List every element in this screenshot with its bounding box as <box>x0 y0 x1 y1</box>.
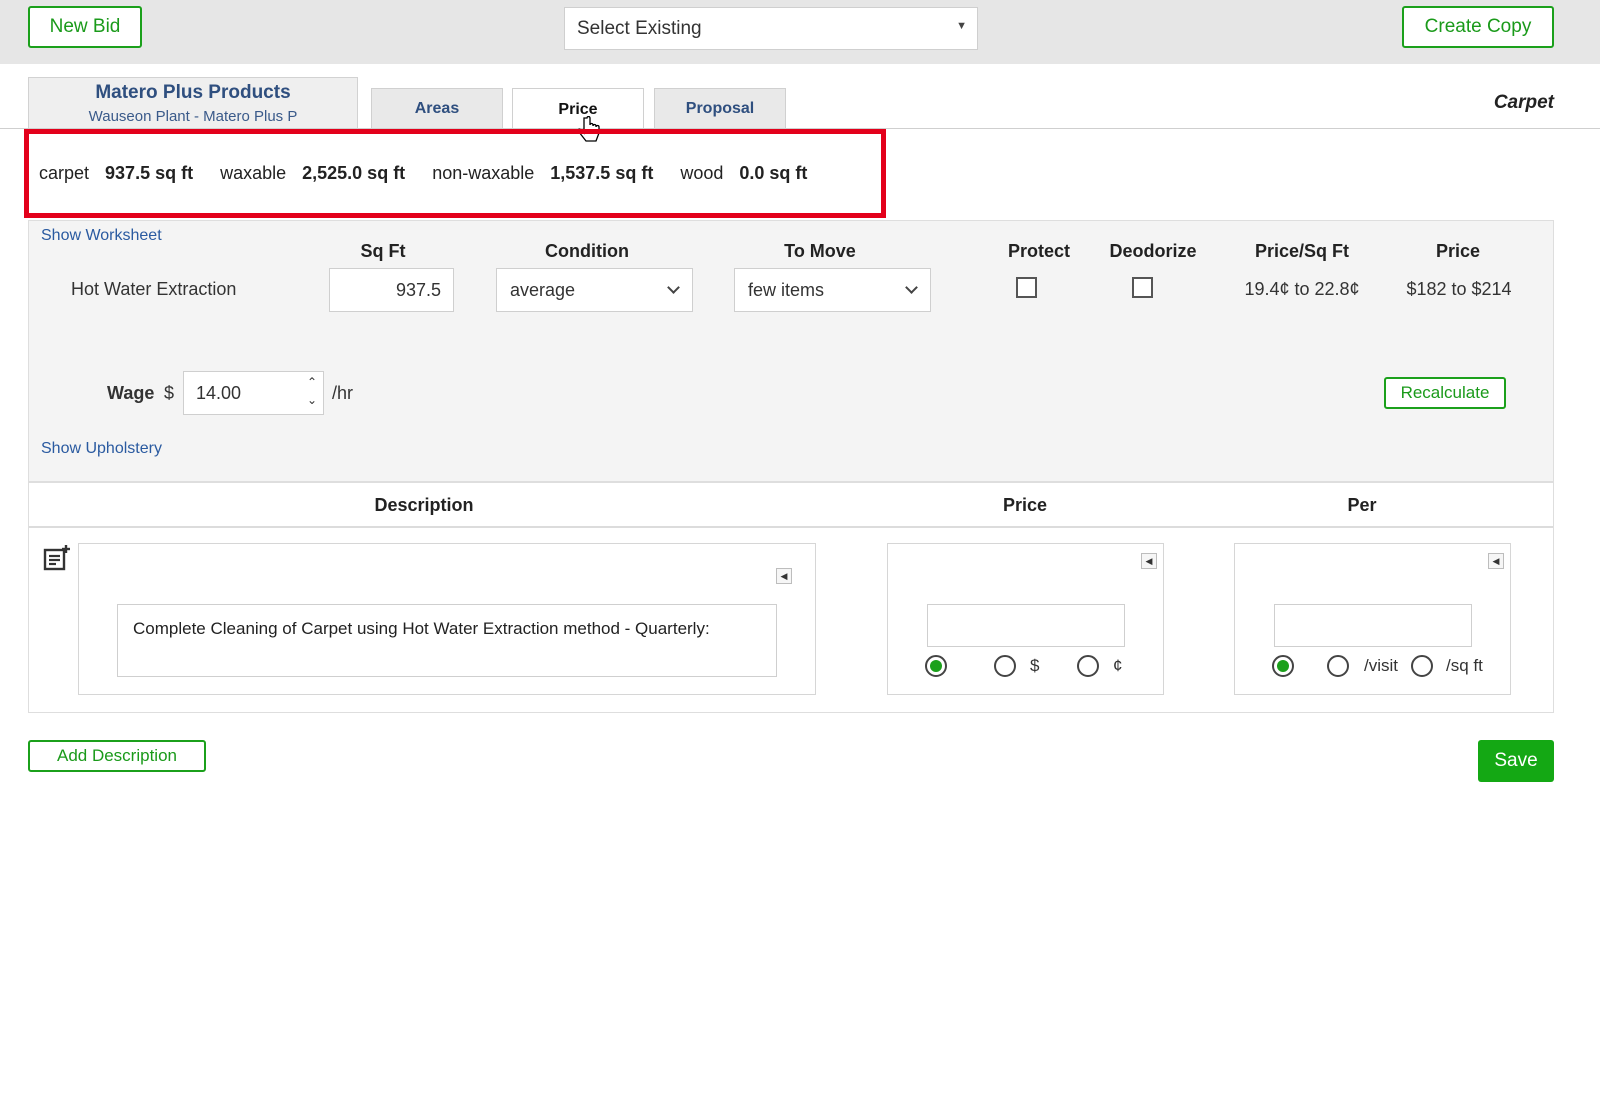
summary-value-carpet: 937.5 sq ft <box>105 163 194 183</box>
deodorize-checkbox[interactable] <box>1132 277 1153 298</box>
service-name: Hot Water Extraction <box>71 279 237 299</box>
col-head-to-move: To Move <box>784 241 856 261</box>
per-radio-visit[interactable] <box>1327 655 1349 677</box>
company-location: Wauseon Plant - Matero Plus P <box>88 108 298 125</box>
col-head-per: Per <box>1347 495 1377 515</box>
price-cell: ◀ $ ¢ <box>887 543 1164 695</box>
per-option-visit-label: /visit <box>1364 656 1398 675</box>
col-head-description: Description <box>374 495 474 515</box>
dropdown-caret-icon: ▼ <box>956 20 967 32</box>
add-description-button[interactable]: Add Description <box>28 740 206 772</box>
col-head-deodorize: Deodorize <box>1109 241 1197 261</box>
summary-value-wood: 0.0 sq ft <box>739 163 808 183</box>
create-copy-button[interactable]: Create Copy <box>1402 6 1554 48</box>
summary-label-waxable: waxable <box>220 163 287 183</box>
price-worksheet-panel: Show Worksheet Sq Ft Condition To Move P… <box>28 220 1554 482</box>
col-head-desc-price: Price <box>1002 495 1048 515</box>
summary-label-carpet: carpet <box>39 163 90 183</box>
chevron-down-icon <box>905 281 918 294</box>
recalculate-button[interactable]: Recalculate <box>1384 377 1506 409</box>
tab-proposal[interactable]: Proposal <box>654 88 786 129</box>
summary-label-wood: wood <box>680 163 724 183</box>
save-button[interactable]: Save <box>1478 740 1554 782</box>
col-head-sqft: Sq Ft <box>360 241 406 261</box>
add-note-icon[interactable] <box>43 544 71 572</box>
collapse-arrow-icon[interactable]: ◀ <box>1488 553 1504 569</box>
price-range-value: $182 to $214 <box>1406 279 1512 299</box>
per-cell: ◀ /visit /sq ft <box>1234 543 1511 695</box>
wage-label: Wage <box>107 383 155 403</box>
condition-select[interactable]: average <box>496 268 693 312</box>
per-option-sqft-label: /sq ft <box>1446 656 1483 675</box>
category-label: Carpet <box>1493 92 1554 113</box>
chevron-down-icon <box>667 281 680 294</box>
summary-label-non-waxable: non-waxable <box>432 163 535 183</box>
to-move-select[interactable]: few items <box>734 268 931 312</box>
summary-value-non-waxable: 1,537.5 sq ft <box>550 163 654 183</box>
wage-unit: /hr <box>332 383 354 403</box>
sqft-input[interactable]: 937.5 <box>329 268 454 312</box>
table-header-divider <box>29 526 1553 528</box>
company-card[interactable]: Matero Plus Products Wauseon Plant - Mat… <box>28 77 358 129</box>
condition-select-value: average <box>510 279 576 300</box>
collapse-arrow-icon[interactable]: ◀ <box>776 568 792 584</box>
company-name: Matero Plus Products <box>95 82 291 103</box>
collapse-arrow-icon[interactable]: ◀ <box>1141 553 1157 569</box>
select-existing-value: Select Existing <box>577 17 702 39</box>
show-worksheet-link[interactable]: Show Worksheet <box>41 227 162 245</box>
per-radio-sqft[interactable] <box>1411 655 1433 677</box>
col-head-protect: Protect <box>1007 241 1070 261</box>
desc-price-input[interactable] <box>927 604 1125 647</box>
price-radio-none[interactable] <box>925 655 947 677</box>
sqft-input-value: 937.5 <box>395 279 441 300</box>
description-table: Description Price Per ◀ Complete Cleanin… <box>28 482 1554 713</box>
price-per-sqft-value: 19.4¢ to 22.8¢ <box>1244 279 1360 299</box>
protect-checkbox[interactable] <box>1016 277 1037 298</box>
select-existing-dropdown[interactable]: Select Existing ▼ <box>564 7 978 50</box>
col-head-condition: Condition <box>545 241 629 261</box>
wage-input-value: 14.00 <box>196 382 242 403</box>
new-bid-button[interactable]: New Bid <box>28 6 142 48</box>
summary-value-waxable: 2,525.0 sq ft <box>302 163 406 183</box>
per-radio-none[interactable] <box>1272 655 1294 677</box>
spinner-down-icon[interactable]: ⌄ <box>307 393 317 407</box>
price-radio-dollar[interactable] <box>994 655 1016 677</box>
area-summary-highlight: carpet 937.5 sq ft waxable 2,525.0 sq ft… <box>24 129 886 218</box>
col-head-price: Price <box>1435 241 1481 261</box>
price-option-dollar-label: $ <box>1030 656 1040 675</box>
show-upholstery-link[interactable]: Show Upholstery <box>41 440 162 458</box>
wage-currency: $ <box>164 383 175 403</box>
tab-areas[interactable]: Areas <box>371 88 503 129</box>
col-head-price-per-sqft: Price/Sq Ft <box>1254 241 1350 261</box>
area-summary: carpet 937.5 sq ft waxable 2,525.0 sq ft… <box>39 134 807 213</box>
spinner-up-icon[interactable]: ⌃ <box>307 375 317 389</box>
wage-input[interactable]: 14.00 ⌃ ⌄ <box>183 371 324 415</box>
price-radio-cent[interactable] <box>1077 655 1099 677</box>
price-option-cent-label: ¢ <box>1113 656 1123 675</box>
description-text-field[interactable]: Complete Cleaning of Carpet using Hot Wa… <box>117 604 777 677</box>
per-input[interactable] <box>1274 604 1472 647</box>
description-cell: ◀ Complete Cleaning of Carpet using Hot … <box>78 543 816 695</box>
to-move-select-value: few items <box>748 279 825 300</box>
